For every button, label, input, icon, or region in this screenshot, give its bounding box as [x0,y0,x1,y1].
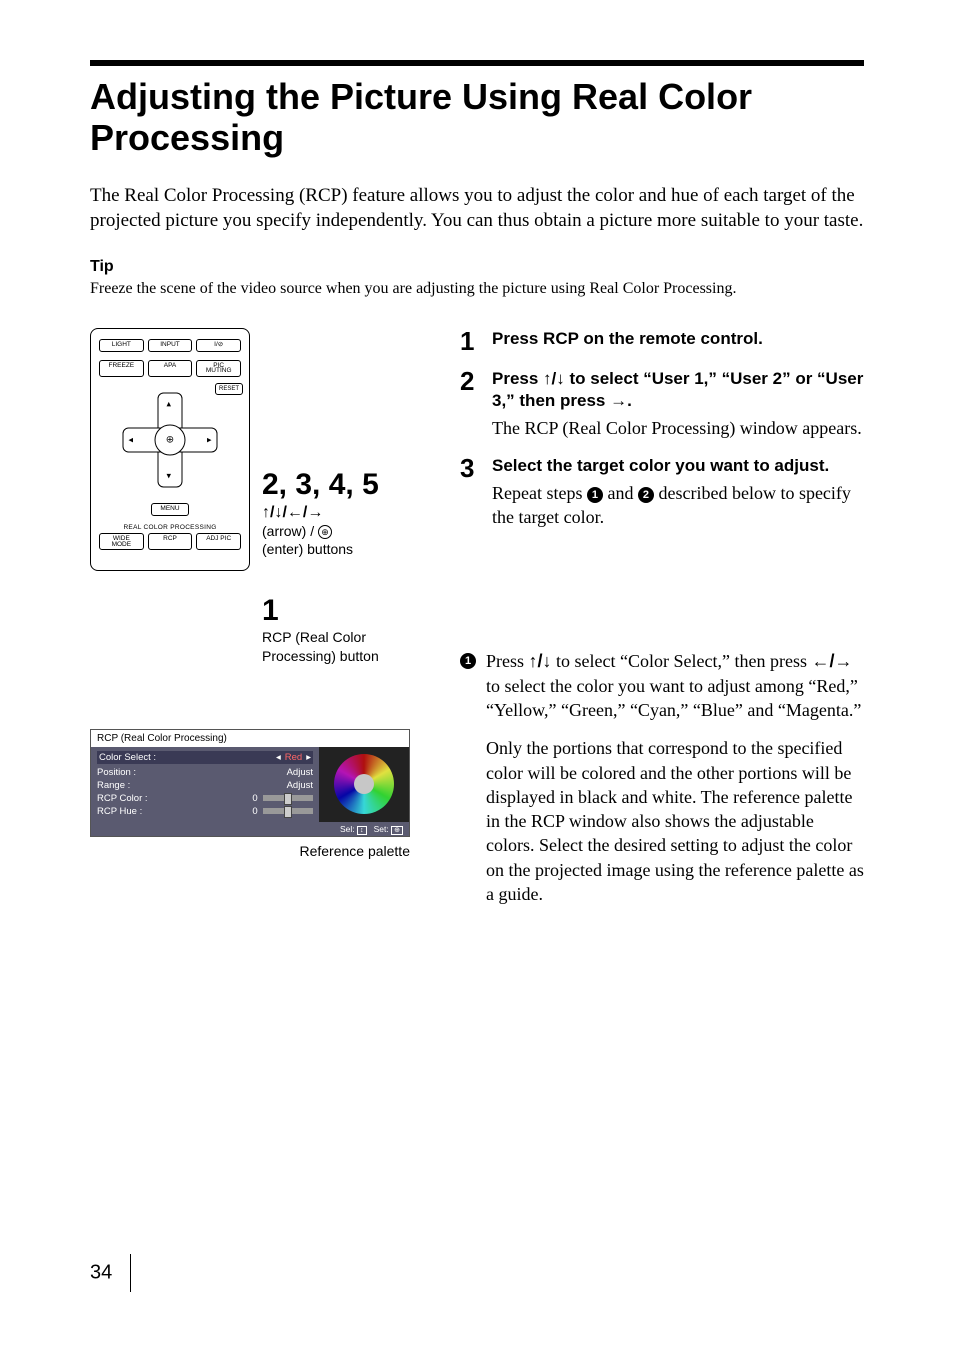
remote-pic-muting-button: PIC MUTING [196,360,241,378]
remote-rcp-button: RCP [148,533,193,551]
substep-1: 1 Press ↑/↓ to select “Color Select,” th… [460,649,864,906]
step-3-number: 3 [460,455,482,530]
callout-number-1: 1 [262,594,430,628]
rcp-hue-value: 0 [252,806,257,817]
set-icon: ⊕ [391,826,403,835]
step-2: 2 Press ↑/↓ to select “User 1,” “User 2”… [460,368,864,440]
substep-1-para2: Only the portions that correspond to the… [486,736,864,906]
rcp-color-select-label: Color Select : [99,752,156,763]
step-3-text-mid: and [603,483,638,503]
rcp-position-label: Position : [97,767,136,778]
tip-label: Tip [90,258,864,276]
callout-arrow-buttons: 2, 3, 4, 5 ↑/↓/←/→ (arrow) / ⊕ (enter) b… [262,468,430,558]
rcp-color-label: RCP Color : [97,793,148,804]
rcp-window-title: RCP (Real Color Processing) [91,730,409,747]
rcp-footer-sel: Sel: [340,824,355,834]
left-arrow-icon: ◂ [276,752,281,763]
rcp-window: RCP (Real Color Processing) Color Select… [90,729,410,837]
remote-wide-mode-button: WIDE MODE [99,533,144,551]
substep-1-mid: to select “Color Select,” then press [552,651,812,671]
left-right-arrow-icon: ←/→ [811,651,852,671]
enter-icon: ⊕ [318,525,332,539]
reference-palette-icon [334,754,394,814]
callout-arrow-desc2: (enter) buttons [262,541,353,557]
substep-1-line1: Press ↑/↓ to select “Color Select,” then… [486,649,864,722]
remote-light-button: LIGHT [99,339,144,352]
rcp-hue-slider [263,808,313,814]
substep-1-end: to select the color you want to adjust a… [486,676,861,720]
remote-input-button: INPUT [148,339,193,352]
remote-menu-button: MENU [151,503,188,516]
remote-dpad: ⊕ ▴ ▾ ◂ ▸ [123,393,218,488]
step-3: 3 Select the target color you want to ad… [460,455,864,530]
step-2-number: 2 [460,368,482,440]
rcp-position-value: Adjust [287,767,313,778]
remote-diagram: LIGHT INPUT I/⊘ FREEZE APA PIC MUTING RE… [90,328,250,571]
rcp-hue-label: RCP Hue : [97,806,142,817]
callout-number-2345: 2, 3, 4, 5 [262,468,430,502]
step-1-heading: Press RCP on the remote control. [492,328,864,350]
right-arrow-icon: ▸ [306,752,311,763]
callout-arrow-symbols: ↑/↓/←/→ [262,504,430,522]
remote-reset-button: RESET [215,383,243,395]
step-2-text: The RCP (Real Color Processing) window a… [492,416,864,440]
rcp-footer-set: Set: [374,824,389,834]
page-number-divider [130,1254,131,1292]
step-2-head-pre: Press [492,369,543,388]
remote-rcp-section-label: REAL COLOR PROCESSING [99,524,241,531]
rcp-color-slider [263,795,313,801]
circled-1-icon: 1 [587,487,603,503]
page-number-value: 34 [90,1261,112,1283]
remote-adj-pic-button: ADJ PIC [196,533,241,551]
substep-1-number-icon: 1 [460,653,476,669]
up-down-arrow-icon: ↑/↓ [543,369,565,388]
rcp-color-value: 0 [252,793,257,804]
step-3-text-pre: Repeat steps [492,483,587,503]
tip-text: Freeze the scene of the video source whe… [90,280,864,298]
circled-2-icon: 2 [638,487,654,503]
rcp-window-caption: Reference palette [90,843,410,859]
step-1-number: 1 [460,328,482,354]
remote-power-button: I/⊘ [196,339,241,352]
callout-rcp-desc: RCP (Real Color Processing) button [262,628,430,664]
remote-enter-button: ⊕ [155,425,186,456]
callout-arrow-desc1: (arrow) / [262,523,318,539]
step-2-heading: Press ↑/↓ to select “User 1,” “User 2” o… [492,368,864,412]
step-3-text: Repeat steps 1 and 2 described below to … [492,481,864,530]
up-down-arrow-icon: ↑/↓ [529,651,552,671]
remote-freeze-button: FREEZE [99,360,144,378]
rcp-color-select-value: Red [285,752,302,763]
step-3-heading: Select the target color you want to adju… [492,455,864,477]
sel-icon: ↕ [357,826,367,835]
page-title: Adjusting the Picture Using Real Color P… [90,76,864,159]
remote-apa-button: APA [148,360,193,378]
intro-paragraph: The Real Color Processing (RCP) feature … [90,183,864,234]
section-divider [90,60,864,66]
step-1: 1 Press RCP on the remote control. [460,328,864,354]
rcp-range-label: Range : [97,780,130,791]
substep-1-pre: Press [486,651,529,671]
page-number: 34 [90,1254,131,1292]
callout-rcp-button: 1 RCP (Real Color Processing) button [262,594,430,664]
rcp-range-value: Adjust [287,780,313,791]
